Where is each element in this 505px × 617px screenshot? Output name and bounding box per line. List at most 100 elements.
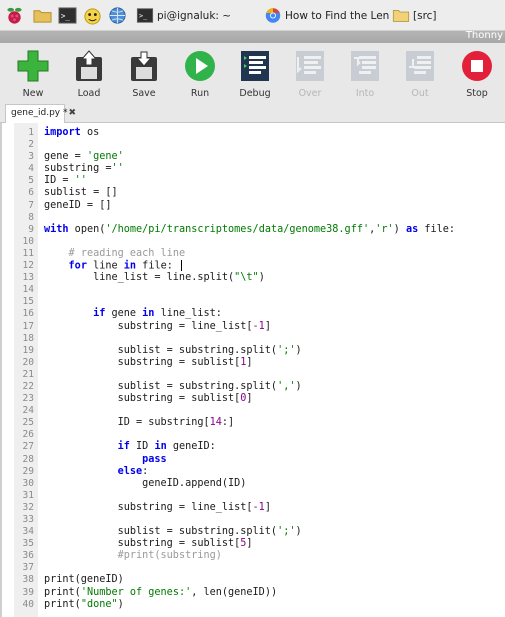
toolbar: New Load Save Run Debug Over Into Out St… [0,43,505,101]
code-line[interactable]: 37 [0,562,505,574]
code-text: sublist = [] [44,187,118,199]
file-manager-icon[interactable] [33,6,52,25]
line-number: 22 [22,380,34,392]
line-number: 26 [22,429,34,441]
code-editor[interactable]: 1 import os 2 3 gene = 'gene' 4 substring ='' 5… [0,123,505,617]
code-line[interactable]: 15 [0,296,505,308]
code-text: substring = sublist[1] [44,357,253,369]
code-text: substring ='' [44,163,124,175]
code-line[interactable]: 25 ID = substring[14:] [0,417,505,429]
code-line[interactable]: 11 # reading each line [0,248,505,260]
new-button[interactable]: New [11,49,55,99]
taskbar-task-folder[interactable]: [src] [392,5,452,26]
code-line[interactable]: 30 geneID.append(ID) [0,478,505,490]
line-number: 18 [22,332,34,344]
step-into-button[interactable]: Into [343,49,387,99]
thonny-icon[interactable] [83,6,102,25]
code-token: sublist = substring.split( [44,526,278,538]
terminal-icon[interactable]: >_ [58,6,77,25]
code-line[interactable]: 29 else: [0,466,505,478]
code-lines[interactable]: 1 import os 2 3 gene = 'gene' 4 substring ='' 5… [0,127,505,611]
code-token: : [142,465,149,477]
code-line[interactable]: 2 [0,139,505,151]
code-token: '' [74,175,87,187]
code-token: ] [246,538,253,550]
code-line[interactable]: 24 [0,405,505,417]
code-line[interactable]: 32 substring = line_list[-1] [0,502,505,514]
step-out-icon [406,51,434,81]
code-text: #print(substring) [44,550,222,562]
code-line[interactable]: 9 with open('/home/pi/transcriptomes/data… [0,224,505,236]
code-line[interactable]: 18 [0,333,505,345]
save-icon [131,51,157,81]
line-number: 24 [22,405,34,417]
code-text: geneID.append(ID) [44,478,246,490]
code-text: substring = line_list[-1] [44,321,271,333]
code-line[interactable]: 1 import os [0,127,505,139]
code-line[interactable]: 6 sublist = [] [0,187,505,199]
code-line[interactable]: 31 [0,490,505,502]
tab-gene-id[interactable]: gene_id.py *✖ [5,104,76,124]
code-text: print('Number of genes:', len(geneID)) [44,587,277,599]
code-line[interactable]: 20 substring = sublist[1] [0,357,505,369]
code-line[interactable]: 5 ID = '' [0,175,505,187]
code-line[interactable]: 33 [0,514,505,526]
code-text: geneID = [] [44,200,111,212]
code-line[interactable]: 26 [0,429,505,441]
code-line[interactable]: 35 substring = sublist[5] [0,538,505,550]
code-token: os [80,127,100,138]
window-title-bar[interactable]: Thonny [0,31,505,43]
code-line[interactable]: 40 print("done") [0,599,505,611]
taskbar-task-label: How to Find the Leng... [285,9,390,22]
text-cursor [180,260,182,272]
window-title: Thonny [465,31,503,41]
code-line[interactable]: 10 [0,236,505,248]
code-line[interactable]: 19 sublist = substring.split(';') [0,345,505,357]
code-token: print(geneID) [44,574,124,586]
raspberry-menu-icon[interactable] [5,6,24,25]
code-line[interactable]: 21 [0,369,505,381]
close-icon[interactable]: ✖ [68,108,76,118]
svg-text:>_: >_ [61,11,71,20]
save-button[interactable]: Save [122,49,166,99]
web-browser-icon[interactable] [108,6,127,25]
code-line[interactable]: 28 pass [0,454,505,466]
stop-button[interactable]: Stop [455,49,499,99]
taskbar-task-terminal[interactable]: >_ pi@ignaluk: ~ [136,5,256,26]
code-line[interactable]: 34 sublist = substring.split(';') [0,526,505,538]
code-token: ] [264,501,271,513]
code-line[interactable]: 8 [0,212,505,224]
debug-button[interactable]: Debug [233,49,277,99]
code-line[interactable]: 27 if ID in geneID: [0,441,505,453]
code-line[interactable]: 13 line_list = line.split("\t") [0,272,505,284]
code-line[interactable]: 7 geneID = [] [0,200,505,212]
step-over-button[interactable]: Over [288,49,332,99]
code-line[interactable]: 16 if gene in line_list: [0,308,505,320]
load-button[interactable]: Load [67,49,111,99]
code-line[interactable]: 36 #print(substring) [0,550,505,562]
code-token: print( [44,598,81,610]
step-out-button[interactable]: Out [398,49,442,99]
taskbar-task-browser[interactable]: How to Find the Leng... [264,5,390,26]
code-line[interactable]: 23 substring = sublist[0] [0,393,505,405]
code-text: for line in file: [44,260,182,273]
code-line[interactable]: 14 [0,284,505,296]
code-line[interactable]: 3 gene = 'gene' [0,151,505,163]
line-number: 8 [28,211,34,223]
code-line[interactable]: 4 substring ='' [0,163,505,175]
code-token: if [93,308,106,320]
svg-text:>_: >_ [139,12,148,20]
code-text: substring = line_list[-1] [44,502,271,514]
code-token: ) [258,272,265,284]
code-line[interactable]: 22 sublist = substring.split(',') [0,381,505,393]
code-line[interactable]: 38 print(geneID) [0,574,505,586]
line-number: 10 [22,235,34,247]
line-number: 38 [22,574,34,586]
line-number: 37 [22,562,34,574]
code-line[interactable]: 12 for line in file: [0,260,505,272]
code-line[interactable]: 39 print('Number of genes:', len(geneID)) [0,587,505,599]
code-line[interactable]: 17 substring = line_list[-1] [0,321,505,333]
run-button[interactable]: Run [178,49,222,99]
